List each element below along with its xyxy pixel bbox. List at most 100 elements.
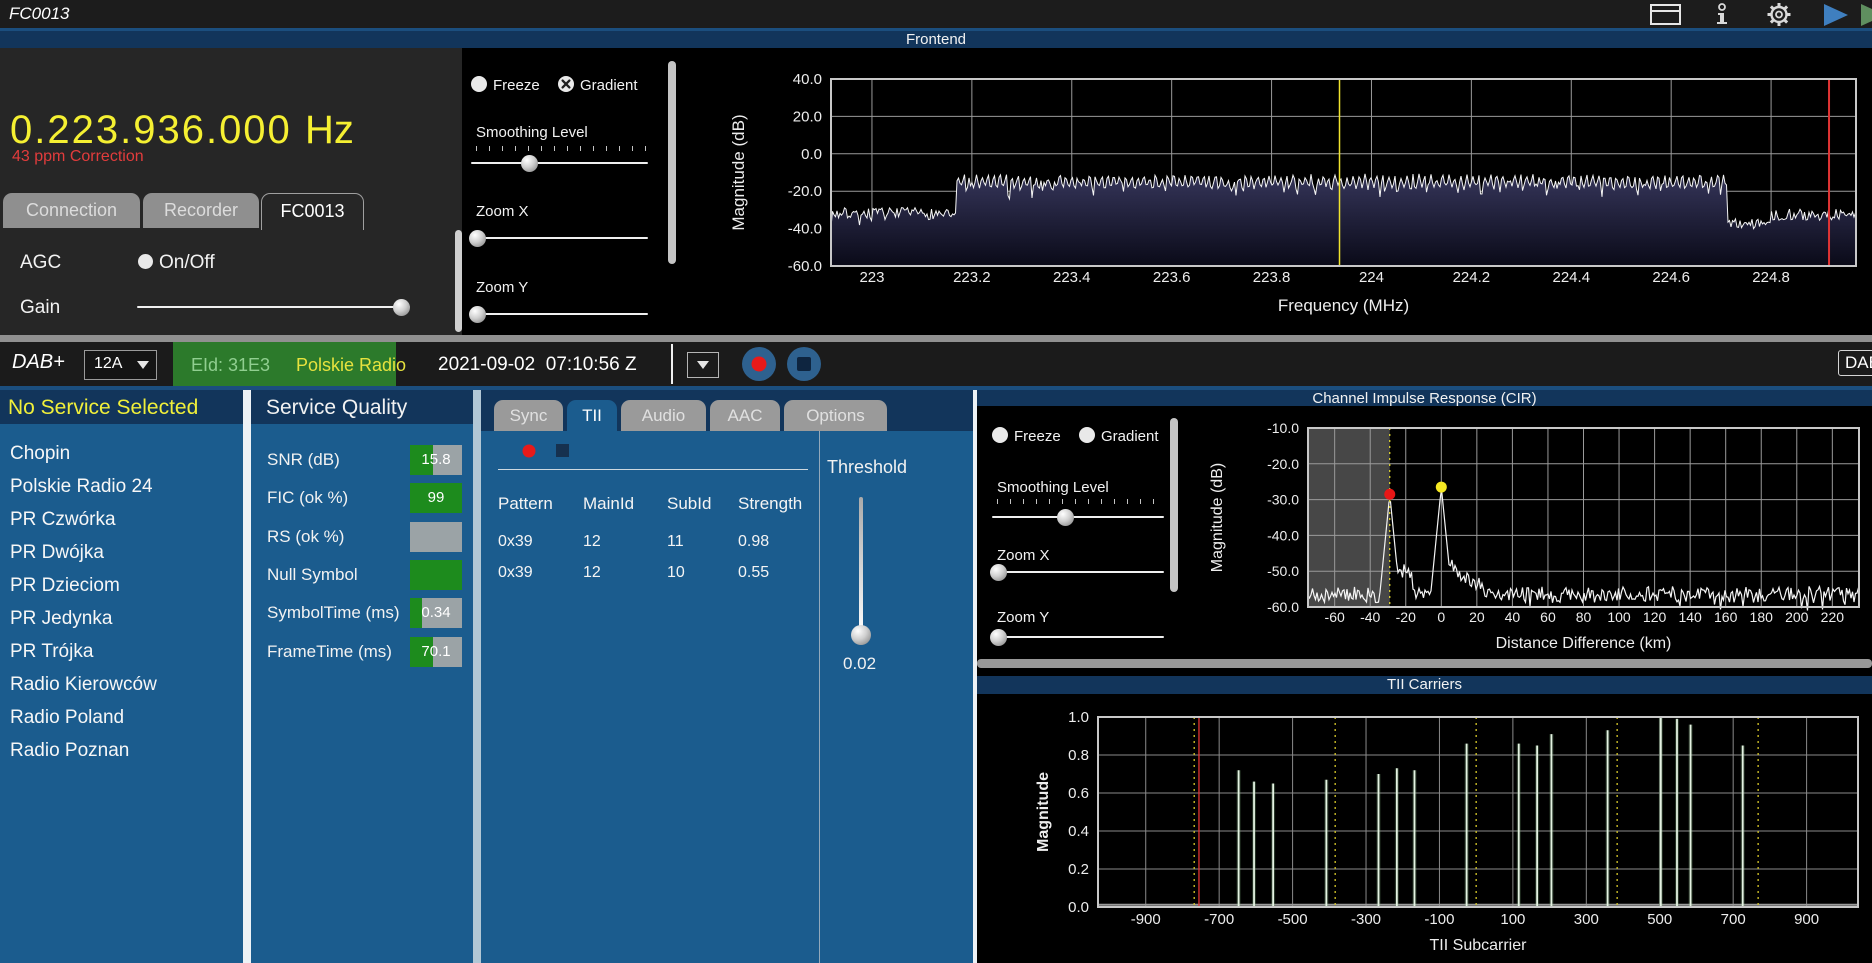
quality-bar: 0.34 [410,598,462,628]
tab-aac[interactable]: AAC [710,400,780,431]
agc-toggle-label: On/Off [159,252,215,274]
cir-smoothing-slider[interactable] [992,516,1164,518]
tii-carriers-title: TII Carriers [1387,676,1462,693]
spectrum-zoom-x-thumb[interactable] [469,230,486,247]
horizontal-splitter[interactable] [0,335,1872,342]
cir-zoom-x-slider[interactable] [992,571,1164,573]
cir-zoom-y-slider[interactable] [992,636,1164,638]
tii-stop-icon[interactable] [556,444,569,457]
tii-carriers-plot[interactable]: -900-700-500-300-1001003005007009001.00.… [977,694,1872,963]
tab-tii[interactable]: TII [567,400,617,431]
spectrum-zoom-y-thumb[interactable] [469,306,486,323]
timestamp: 2021-09-02 07:10:56 Z [438,354,637,376]
play-secondary-icon[interactable] [1860,4,1872,26]
expand-dropdown-button[interactable] [687,352,719,378]
cir-zoom-y-thumb[interactable] [990,629,1007,646]
tab-options[interactable]: Options [784,400,887,431]
gain-slider[interactable] [137,306,410,308]
cir-gradient-radio[interactable] [1079,427,1095,443]
tab-connection[interactable]: Connection [3,193,140,228]
quality-label: RS (ok %) [267,527,344,547]
tab-sync[interactable]: Sync [494,400,563,431]
tuner-panel-scrollbar[interactable] [455,230,462,332]
spectrum-controls-scrollbar[interactable] [668,61,676,264]
svg-text:40: 40 [1505,609,1521,625]
channel-select[interactable]: 12A [84,350,157,380]
quality-label: Null Symbol [267,565,358,585]
svg-text:Magnitude (dB): Magnitude (dB) [729,114,748,230]
dab-bar-divider [671,344,673,384]
svg-text:223.4: 223.4 [1053,269,1091,286]
tab-recorder[interactable]: Recorder [143,193,259,228]
channel-dropdown-icon [137,361,149,369]
spectrum-smoothing-slider[interactable] [471,162,648,164]
threshold-value: 0.02 [843,654,876,674]
quality-label: SymbolTime (ms) [267,603,400,623]
agc-toggle-radio[interactable] [138,254,153,269]
cir-smoothing-label: Smoothing Level [997,479,1109,496]
service-list-item[interactable]: PR Dzieciom [0,569,243,602]
svg-text:100: 100 [1607,609,1631,625]
svg-text:0: 0 [1437,609,1445,625]
play-icon[interactable] [1823,4,1849,26]
service-list-item[interactable]: PR Dwójka [0,536,243,569]
svg-text:20: 20 [1469,609,1485,625]
svg-text:-40.0: -40.0 [788,221,822,238]
spectrum-zoom-x-label: Zoom X [476,203,529,220]
service-list-item[interactable]: PR Jedynka [0,602,243,635]
dab-badge[interactable]: DAB [1838,350,1872,376]
spectrum-zoom-x-slider[interactable] [471,237,648,239]
info-icon[interactable] [1712,3,1732,27]
service-list-item[interactable]: PR Czwórka [0,503,243,536]
spectrum-freeze-label: Freeze [493,77,540,94]
service-list-header: No Service Selected [0,390,243,424]
stop-button[interactable] [786,346,822,382]
svg-text:20.0: 20.0 [793,108,822,125]
service-list: ChopinPolskie Radio 24PR CzwórkaPR Dwójk… [0,424,243,963]
spectrum-freeze-radio[interactable] [471,76,487,92]
gain-slider-thumb[interactable] [393,299,410,316]
threshold-slider[interactable] [859,497,863,637]
service-list-item[interactable]: Radio Kierowców [0,668,243,701]
service-list-item[interactable]: Radio Poznan [0,734,243,767]
window-icon[interactable] [1650,4,1682,26]
service-list-item[interactable]: PR Trójka [0,635,243,668]
svg-text:223.2: 223.2 [953,269,991,286]
svg-text:100: 100 [1500,911,1525,928]
settings-gear-icon[interactable] [1766,2,1792,27]
spectrum-smoothing-thumb[interactable] [521,155,538,172]
quality-label: SNR (dB) [267,450,340,470]
threshold-slider-thumb[interactable] [851,625,871,645]
svg-text:0.0: 0.0 [801,146,822,163]
svg-text:500: 500 [1647,911,1672,928]
svg-text:40.0: 40.0 [793,71,822,88]
cir-zoom-x-label: Zoom X [997,547,1050,564]
service-list-scrollbar[interactable] [243,390,251,963]
cir-zoom-x-thumb[interactable] [990,564,1007,581]
cir-horizontal-scrollbar[interactable] [977,659,1872,668]
spectrum-smoothing-ticks [476,146,648,151]
svg-text:Magnitude: Magnitude [1035,772,1052,852]
ensemble-name: Polskie Radio [296,355,406,376]
cir-smoothing-thumb[interactable] [1057,509,1074,526]
svg-text:160: 160 [1714,609,1738,625]
record-button[interactable] [741,346,777,382]
cir-plot[interactable]: -60-40-20020406080100120140160180200220-… [1185,404,1872,658]
tii-record-icon[interactable] [522,444,536,458]
dab-mode-label: DAB+ [12,351,65,374]
service-quality-scrollbar[interactable] [473,390,481,963]
cir-freeze-radio[interactable] [992,427,1008,443]
svg-text:0.0: 0.0 [1068,899,1089,916]
svg-text:60: 60 [1540,609,1556,625]
spectrum-smoothing-label: Smoothing Level [476,124,588,141]
spectrum-gradient-checked-icon[interactable] [558,76,574,92]
service-list-item[interactable]: Radio Poland [0,701,243,734]
cir-controls-scrollbar[interactable] [1170,418,1178,592]
tab-fc0013[interactable]: FC0013 [261,193,364,230]
frontend-spectrum-plot[interactable]: 223223.2223.4223.6223.8224224.2224.4224.… [680,48,1872,335]
service-list-item[interactable]: Chopin [0,437,243,470]
svg-text:0.6: 0.6 [1068,785,1089,802]
spectrum-zoom-y-slider[interactable] [471,313,648,315]
tab-audio[interactable]: Audio [621,400,706,431]
service-list-item[interactable]: Polskie Radio 24 [0,470,243,503]
